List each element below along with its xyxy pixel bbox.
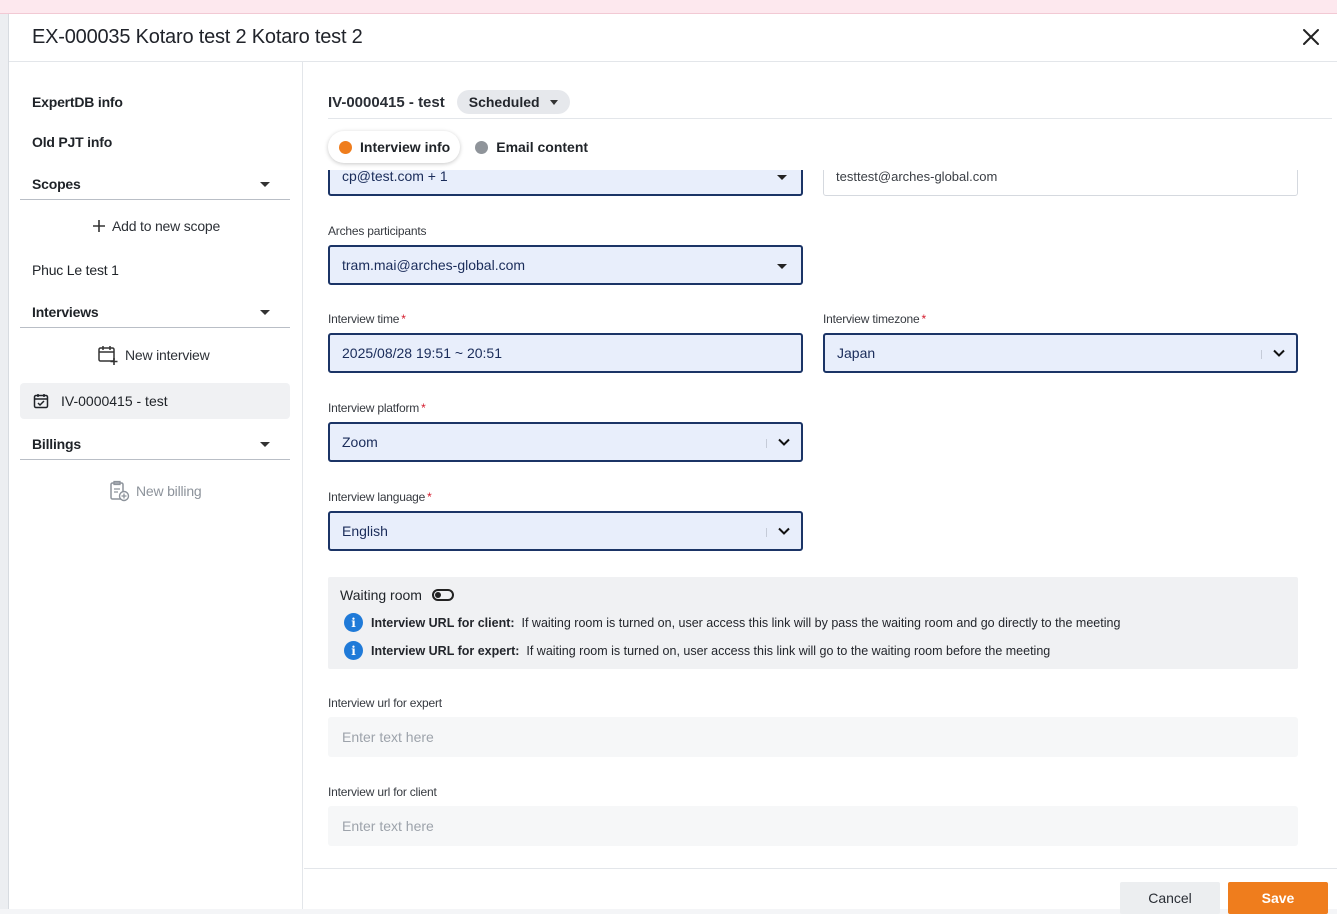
new-interview-label: New interview [125, 347, 210, 363]
expert-modal: EX-000035 Kotaro test 2 Kotaro test 2 Ex… [8, 14, 1337, 914]
status-dropdown[interactable]: Scheduled [456, 90, 570, 114]
sidebar-section-scopes[interactable]: Scopes [20, 170, 290, 200]
caret-down-icon [777, 264, 787, 269]
calendar-add-icon [98, 346, 118, 365]
select-separator [766, 528, 767, 537]
arches-participants-select[interactable]: tram.mai@arches-global.com [328, 245, 803, 285]
interview-header: IV-0000415 - test Scheduled [328, 90, 570, 114]
interview-language-select[interactable]: English [328, 511, 803, 551]
header-divider [328, 118, 1332, 119]
sidebar-interview-label: IV-0000415 - test [61, 393, 168, 409]
info-icon: i [344, 641, 363, 660]
email-field-clip: testtest@arches-global.com [823, 170, 1298, 196]
expert-url-label: Interview url for expert [328, 696, 442, 710]
interview-time-value: 2025/08/28 19:51 ~ 20:51 [342, 345, 502, 361]
footer-divider [304, 868, 1337, 869]
interview-title: IV-0000415 - test [328, 93, 445, 111]
tab-status-dot [339, 140, 352, 154]
background-page-strip [0, 0, 1337, 14]
arches-participants-value: tram.mai@arches-global.com [342, 257, 526, 273]
sidebar-item-scope[interactable]: Phuc Le test 1 [32, 262, 119, 278]
caret-down-icon [260, 442, 270, 447]
sidebar-item-old-pjt-info[interactable]: Old PJT info [32, 134, 112, 150]
caret-down-icon [777, 175, 787, 180]
expert-url-info-text: If waiting room is turned on, user acces… [526, 643, 1051, 658]
sidebar: ExpertDB info Old PJT info Scopes Add to… [9, 62, 303, 909]
add-scope-label: Add to new scope [112, 218, 221, 234]
waiting-room-toggle[interactable] [431, 589, 454, 601]
close-button[interactable] [1299, 25, 1323, 49]
new-interview-button[interactable]: New interview [97, 344, 210, 366]
client-url-label: Interview url for client [328, 785, 437, 799]
interview-platform-label: Interview platform * [328, 401, 426, 415]
save-button[interactable]: Save [1228, 882, 1328, 914]
client-url-info: i Interview URL for client: If waiting r… [344, 613, 1120, 632]
main-panel: IV-0000415 - test Scheduled Interview in… [304, 62, 1337, 914]
waiting-room-panel: Waiting room i Interview URL for client:… [328, 577, 1298, 669]
interview-language-value: English [342, 523, 388, 539]
select-separator [766, 439, 767, 448]
expert-url-input[interactable] [328, 717, 1298, 757]
arches-participants-label: Arches participants [328, 224, 427, 238]
chevron-down-icon [1273, 349, 1285, 357]
interview-timezone-value: Japan [837, 345, 876, 361]
new-billing-label: New billing [136, 483, 202, 499]
sidebar-item-expertdb-info[interactable]: ExpertDB info [32, 94, 123, 110]
caret-down-icon [260, 310, 270, 315]
tab-status-dot [475, 140, 489, 154]
chevron-down-icon [778, 438, 790, 446]
chevron-down-icon [778, 527, 790, 535]
interview-timezone-label: Interview timezone * [823, 312, 926, 326]
new-billing-button[interactable]: New billing [108, 480, 202, 502]
interview-platform-select[interactable]: Zoom [328, 422, 803, 462]
expert-url-info-label: Interview URL for expert: [371, 643, 520, 658]
client-participants-clip: cp@test.com + 1 [328, 170, 803, 196]
caret-down-icon [260, 182, 270, 187]
client-participants-value: cp@test.com + 1 [342, 170, 448, 184]
expert-url-info: i Interview URL for expert: If waiting r… [344, 641, 1050, 660]
client-url-info-text: If waiting room is turned on, user acces… [521, 615, 1121, 630]
tab-email-content[interactable]: Email content [464, 131, 598, 163]
sidebar-item-interview[interactable]: IV-0000415 - test [20, 383, 290, 419]
waiting-room-header: Waiting room [340, 587, 454, 603]
info-icon: i [344, 613, 363, 632]
calendar-check-icon [33, 394, 49, 409]
tab-interview-info[interactable]: Interview info [328, 131, 461, 163]
cancel-button[interactable]: Cancel [1120, 882, 1220, 914]
background-page-edge [0, 14, 8, 909]
sidebar-section-interviews[interactable]: Interviews [20, 298, 290, 328]
close-icon [1303, 29, 1319, 45]
client-participants-select[interactable]: cp@test.com + 1 [328, 170, 803, 196]
tab-label: Interview info [360, 139, 451, 155]
tab-label: Email content [496, 139, 589, 155]
interview-time-field[interactable]: 2025/08/28 19:51 ~ 20:51 [328, 333, 803, 373]
email-value: testtest@arches-global.com [836, 170, 998, 184]
email-field[interactable]: testtest@arches-global.com [823, 170, 1298, 196]
interview-language-label: Interview language * [328, 490, 432, 504]
billing-add-icon [110, 480, 130, 502]
interview-platform-value: Zoom [342, 434, 378, 450]
sidebar-section-billings[interactable]: Billings [20, 430, 290, 460]
client-url-input[interactable] [328, 806, 1298, 846]
select-separator [1261, 350, 1262, 359]
add-to-new-scope-button[interactable]: Add to new scope [92, 218, 220, 234]
sidebar-section-label: Scopes [32, 176, 81, 192]
interview-time-label: Interview time * [328, 312, 406, 326]
interview-tabs: Interview info Email content [328, 131, 598, 163]
sidebar-section-label: Billings [32, 436, 81, 452]
interview-timezone-select[interactable]: Japan [823, 333, 1298, 373]
sidebar-section-label: Interviews [32, 304, 99, 320]
client-url-info-label: Interview URL for client: [371, 615, 515, 630]
modal-header: EX-000035 Kotaro test 2 Kotaro test 2 [9, 14, 1337, 62]
waiting-room-label: Waiting room [340, 587, 422, 603]
caret-down-icon [549, 99, 558, 105]
plus-icon [93, 220, 105, 232]
modal-title: EX-000035 Kotaro test 2 Kotaro test 2 [32, 26, 363, 48]
status-label: Scheduled [468, 94, 540, 110]
